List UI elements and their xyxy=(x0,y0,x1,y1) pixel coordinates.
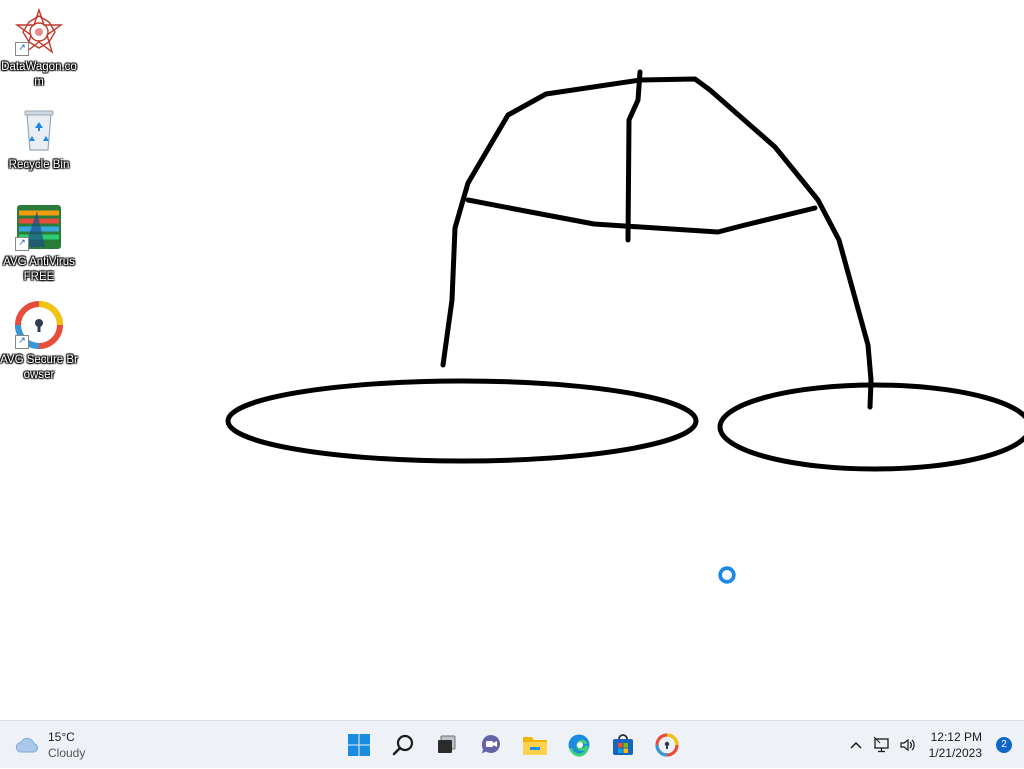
cloud-icon xyxy=(15,737,38,753)
shortcut-arrow-icon: ↗ xyxy=(15,42,29,56)
search-icon xyxy=(392,734,414,756)
drawing-left-ellipse xyxy=(225,378,699,464)
recycle-bin-icon xyxy=(15,106,63,154)
drawing-center-stroke xyxy=(625,69,643,243)
file-explorer-button[interactable] xyxy=(513,725,557,765)
edge-button[interactable] xyxy=(557,725,601,765)
clock-date: 1/21/2023 xyxy=(928,746,982,760)
windows-start-icon xyxy=(348,734,370,756)
desktop-icon-avg-secure-browser[interactable]: ↗ AVG Secure Browser xyxy=(0,301,78,383)
freehand-drawing xyxy=(225,69,1024,472)
weather-condition: Cloudy xyxy=(48,746,86,760)
desktop[interactable]: ↗ DataWagon.com Recycle Bin ↗ AVG AntiVi… xyxy=(0,0,1024,720)
speaker-icon xyxy=(900,738,915,752)
clock-button[interactable]: 12:12 PM 1/21/2023 xyxy=(929,729,982,761)
edge-icon xyxy=(568,734,590,757)
avg-secure-browser-icon xyxy=(655,733,679,757)
desktop-icon-label: AVG Secure Browser xyxy=(0,354,78,381)
clock-time: 12:12 PM xyxy=(930,730,982,744)
avg-secure-browser-icon: ↗ xyxy=(15,301,63,349)
file-explorer-icon xyxy=(523,737,547,755)
search-button[interactable] xyxy=(381,725,425,765)
weather-widget[interactable]: 15°C Cloudy xyxy=(14,725,85,765)
datawagon-icon: ↗ xyxy=(14,7,64,56)
busy-cursor-icon xyxy=(717,565,737,585)
start-button[interactable] xyxy=(337,725,381,765)
volume-button[interactable] xyxy=(895,725,921,765)
desktop-icon-avg-antivirus[interactable]: ↗ AVG AntiVirus FREE xyxy=(0,203,78,285)
desktop-icon-datawagon[interactable]: ↗ DataWagon.com xyxy=(0,7,78,90)
taskbar-apps xyxy=(337,725,689,765)
taskbar: 15°C Cloudy 12:12 PM 1/21/2023 2 xyxy=(0,720,1024,768)
shortcut-arrow-icon: ↗ xyxy=(15,237,29,251)
drawing-outline-stroke xyxy=(440,76,874,410)
chat-button[interactable] xyxy=(469,725,513,765)
network-button[interactable] xyxy=(869,725,895,765)
avg-antivirus-icon: ↗ xyxy=(15,203,63,251)
task-view-icon xyxy=(438,735,456,753)
microsoft-store-button[interactable] xyxy=(601,725,645,765)
desktop-icon-label: DataWagon.com xyxy=(1,61,77,88)
desktop-icon-label: AVG AntiVirus FREE xyxy=(3,256,75,283)
show-hidden-icons-button[interactable] xyxy=(843,725,869,765)
network-icon xyxy=(873,736,889,753)
drawing-band-stroke xyxy=(465,197,818,235)
notification-count-badge[interactable]: 2 xyxy=(996,737,1012,753)
weather-temperature: 15°C xyxy=(48,730,75,744)
task-view-button[interactable] xyxy=(425,725,469,765)
system-tray: 12:12 PM 1/21/2023 2 xyxy=(843,721,1024,769)
avg-secure-browser-taskbar-button[interactable] xyxy=(645,725,689,765)
microsoft-store-icon xyxy=(613,734,633,755)
teams-chat-icon xyxy=(481,735,500,754)
desktop-icon-label: Recycle Bin xyxy=(8,159,70,171)
shortcut-arrow-icon: ↗ xyxy=(15,335,29,349)
chevron-up-icon xyxy=(850,741,862,749)
desktop-icon-recycle-bin[interactable]: Recycle Bin xyxy=(0,106,78,173)
